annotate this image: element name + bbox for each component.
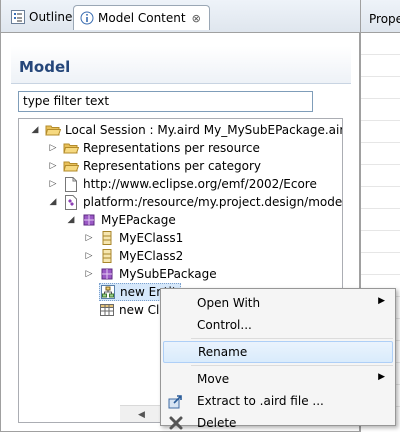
tab-bar: Outline Model Content ⊗ (1, 0, 361, 33)
package-icon (81, 212, 97, 228)
delete-icon (168, 415, 184, 431)
model-resource-icon (63, 194, 79, 210)
tree-item-label: Representations per resource (83, 141, 260, 155)
menu-item-label: Control... (197, 318, 252, 332)
expanded-arrow-icon[interactable]: ◢ (65, 214, 77, 226)
folder-icon (63, 158, 79, 174)
package-icon (99, 266, 115, 282)
table-icon (99, 302, 115, 318)
tree-item-label: MySubEPackage (119, 267, 217, 281)
class-icon (99, 230, 115, 246)
collapsed-arrow-icon[interactable]: ▷ (47, 160, 59, 172)
properties-row (361, 231, 400, 253)
collapsed-arrow-icon[interactable]: ▷ (47, 178, 59, 190)
properties-row (361, 187, 400, 209)
class-icon (99, 248, 115, 264)
filter-input[interactable]: type filter text (18, 91, 313, 112)
properties-row (361, 55, 400, 77)
menu-item-label: Rename (198, 345, 248, 359)
expanded-arrow-icon[interactable]: ◢ (47, 196, 59, 208)
tree-item-platform[interactable]: ◢ platform:/resource/my.project.design/m… (47, 193, 343, 211)
tree-item-ecore[interactable]: ▷ http://www.eclipse.org/emf/2002/Ecore (47, 175, 317, 193)
entity-diagram-icon (100, 284, 116, 300)
tree-item-subpackage[interactable]: ▷ MySubEPackage (83, 265, 217, 283)
folder-icon (63, 140, 79, 156)
tab-model-content-label: Model Content (98, 11, 186, 25)
submenu-arrow-icon: ▶ (378, 372, 385, 382)
tree-item-label: MyEClass2 (119, 249, 184, 263)
menu-item-control[interactable]: Control... (161, 314, 395, 336)
collapsed-arrow-icon[interactable]: ▷ (83, 268, 95, 280)
properties-row (361, 121, 400, 143)
collapsed-arrow-icon[interactable]: ▷ (47, 142, 59, 154)
tree-item-label: http://www.eclipse.org/emf/2002/Ecore (83, 177, 317, 191)
extract-icon (168, 393, 184, 409)
properties-tab[interactable]: Prope (361, 0, 400, 33)
tree-item-label: Local Session : My.aird My_MySubEPackage… (65, 123, 343, 137)
menu-item-rename[interactable]: Rename (163, 341, 393, 363)
close-icon[interactable]: ⊗ (192, 12, 201, 25)
folder-open-icon (45, 122, 61, 138)
tree-item-session[interactable]: ◢ Local Session : My.aird My_MySubEPacka… (29, 121, 343, 139)
expanded-arrow-icon[interactable]: ◢ (29, 124, 41, 136)
collapsed-arrow-icon[interactable]: ▷ (83, 250, 95, 262)
submenu-arrow-icon: ▶ (378, 296, 385, 306)
tab-model-content[interactable]: Model Content ⊗ (73, 5, 210, 30)
page-title: Model (19, 58, 71, 76)
context-menu: Open With ▶ Control... Rename Move ▶ Ext… (160, 288, 396, 430)
properties-row (361, 99, 400, 121)
tab-outline-label: Outline (29, 10, 73, 24)
menu-separator (191, 338, 393, 339)
properties-row (361, 165, 400, 187)
scroll-left-icon[interactable]: ◀ (138, 410, 145, 420)
view-header: Model (11, 46, 351, 84)
tree-item-package[interactable]: ◢ MyEPackage (65, 211, 176, 229)
collapsed-arrow-icon[interactable]: ▷ (83, 232, 95, 244)
tree-item-label: MyEClass1 (119, 231, 184, 245)
menu-item-label: Delete (197, 416, 237, 430)
menu-item-label: Extract to .aird file ... (197, 394, 324, 408)
properties-row (361, 143, 400, 165)
menu-item-move[interactable]: Move ▶ (161, 368, 395, 390)
tree-item-label: platform:/resource/my.project.design/mod… (83, 195, 343, 209)
tree-item-class2[interactable]: ▷ MyEClass2 (83, 247, 183, 265)
menu-item-delete[interactable]: Delete (161, 412, 395, 432)
tree-item-per-resource[interactable]: ▷ Representations per resource (47, 139, 260, 157)
tree-item-label: MyEPackage (101, 213, 176, 227)
properties-row (361, 209, 400, 231)
tree-item-label: Representations per category (83, 159, 261, 173)
outline-icon (11, 10, 25, 24)
tree-item-new-class[interactable]: new Cla (99, 301, 167, 319)
menu-item-extract[interactable]: Extract to .aird file ... (161, 390, 395, 412)
menu-item-label: Open With (197, 296, 261, 310)
menu-item-label: Move (197, 372, 230, 386)
menu-item-open-with[interactable]: Open With ▶ (161, 292, 395, 314)
properties-row (361, 33, 400, 55)
tab-outline[interactable]: Outline (5, 5, 78, 29)
tree-item-per-category[interactable]: ▷ Representations per category (47, 157, 261, 175)
properties-row (361, 77, 400, 99)
file-icon (63, 176, 79, 192)
menu-separator (191, 365, 393, 366)
info-icon (80, 11, 94, 25)
tree-item-class1[interactable]: ▷ MyEClass1 (83, 229, 183, 247)
properties-row (361, 253, 400, 275)
